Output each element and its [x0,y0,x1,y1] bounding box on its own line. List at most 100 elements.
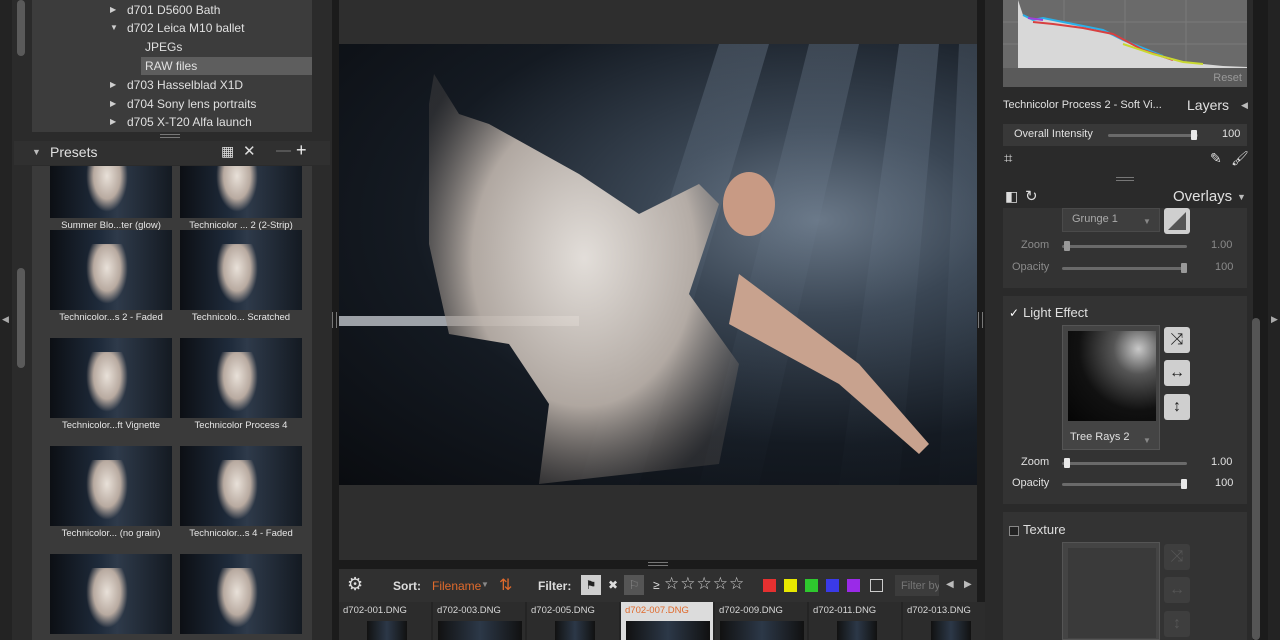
collapse-all-icon[interactable]: ✕ [243,142,256,160]
flip-vertical-icon[interactable]: ↕ [1164,611,1190,637]
preset-thumbnail[interactable] [180,166,302,218]
flag-icon[interactable]: ⚑ [581,575,601,595]
preset-item[interactable]: Technicolor Process 4 [180,338,302,438]
filmstrip-resize-handle[interactable] [648,562,668,566]
add-preset-icon[interactable]: + [296,140,307,161]
preset-thumbnail[interactable] [50,446,172,526]
sort-select[interactable]: Filename [432,579,481,593]
preset-item[interactable]: Technicolor...s 2 - Faded [50,230,172,330]
filmstrip-item[interactable]: d702-013.DNG [903,602,995,640]
rating-operator[interactable]: ≥ [653,578,660,592]
layer-name[interactable]: Technicolor Process 2 - Soft Vi... [1003,99,1162,111]
filmstrip-thumbnail[interactable] [931,621,971,640]
reject-flag-icon[interactable]: ✖ [605,575,621,595]
preset-thumbnail[interactable] [180,446,302,526]
color-filter-swatch[interactable] [805,579,818,592]
light-effect-toggle[interactable]: ✓ Light Effect [1009,305,1088,320]
color-filter-swatch[interactable] [847,579,860,592]
filmstrip-thumbnail[interactable] [367,621,407,640]
split-view-icon[interactable]: ◧ [1005,188,1018,205]
chevron-right-icon[interactable]: ▶ [110,113,116,131]
light-opacity-slider[interactable] [1062,483,1187,486]
folder-item[interactable]: ▶ d701 D5600 Bath [32,1,312,19]
grunge-zoom-slider[interactable] [1062,245,1187,248]
preset-item[interactable]: Summer Blo...ter (glow) [50,166,172,238]
filmstrip-item[interactable]: d702-007.DNG [621,602,713,640]
color-filter-swatch[interactable] [826,579,839,592]
preset-thumbnail[interactable] [50,166,172,218]
layers-collapse-icon[interactable]: ◀ [1241,100,1248,111]
folder-item[interactable]: ▶ d703 Hasselblad X1D [32,76,312,94]
light-zoom-slider[interactable] [1062,462,1187,465]
folder-item[interactable]: ▼ d702 Leica M10 ballet [32,19,312,37]
reset-overlays-icon[interactable]: ↻ [1025,187,1038,205]
preset-item[interactable] [50,554,172,640]
texture-thumbnail[interactable] [1068,548,1156,638]
overall-intensity-knob[interactable] [1190,130,1197,140]
folders-scrollbar[interactable] [17,0,25,56]
filmstrip-next-icon[interactable]: ▶ [964,579,972,590]
right-splitter-handle[interactable] [978,312,983,328]
grunge-zoom-knob[interactable] [1064,241,1070,251]
sort-direction-icon[interactable]: ⇅ [499,575,512,595]
chevron-down-icon[interactable]: ▼ [110,19,118,37]
left-edge-strip[interactable]: ◀ [0,0,12,640]
color-filter-swatch[interactable] [763,579,776,592]
grunge-opacity-slider[interactable] [1062,267,1187,270]
filmstrip-item[interactable]: d702-003.DNG [433,602,525,640]
flip-vertical-icon[interactable]: ↕ [1164,394,1190,420]
rating-stars[interactable]: ☆☆☆☆☆ [664,574,745,594]
filmstrip-item[interactable]: d702-005.DNG [527,602,619,640]
left-splitter-handle[interactable] [332,312,337,328]
filmstrip-thumbnail[interactable] [626,621,710,640]
grunge-opacity-knob[interactable] [1181,263,1187,273]
collapse-right-icon[interactable]: ▶ [1271,314,1278,325]
filmstrip-thumbnail[interactable] [555,621,595,640]
preset-item[interactable]: Technicolor...ft Vignette [50,338,172,438]
brush-icon[interactable]: 🖌 [1231,150,1249,167]
collapse-left-icon[interactable]: ◀ [2,314,9,325]
filmstrip-thumbnail[interactable] [720,621,804,640]
unflagged-icon[interactable]: ⚐ [624,575,644,595]
layers-resize-handle[interactable] [1116,177,1134,181]
filmstrip-prev-icon[interactable]: ◀ [946,579,954,590]
gear-icon[interactable]: ⚙ [347,574,363,595]
filmstrip-item[interactable]: d702-009.DNG [715,602,807,640]
preset-item[interactable]: Technicolor... (no grain) [50,446,172,546]
checkbox-checked-icon[interactable]: ✓ [1009,306,1019,320]
filter-search-input[interactable] [895,575,939,596]
crop-icon[interactable]: ⌗ [1004,150,1012,167]
chevron-right-icon[interactable]: ▶ [110,1,116,19]
light-zoom-knob[interactable] [1064,458,1070,468]
texture-picker[interactable] [1062,542,1160,640]
shuffle-icon[interactable]: ⤨ [1164,544,1190,570]
overall-intensity-slider[interactable] [1108,134,1198,137]
folders-resize-handle[interactable] [160,134,180,138]
flip-horizontal-icon[interactable]: ↔ [1164,577,1190,603]
invert-overlay-button[interactable] [1164,208,1190,234]
preset-item[interactable] [180,554,302,640]
preset-item[interactable]: Technicolor...s 4 - Faded [180,446,302,546]
presets-collapse-icon[interactable]: ▼ [32,147,41,157]
light-opacity-knob[interactable] [1181,479,1187,489]
light-effect-picker[interactable]: Tree Rays 2 ▼ [1062,325,1160,450]
folder-item[interactable]: JPEGs [32,38,312,56]
remove-preset-icon[interactable]: — [276,142,291,159]
preset-thumbnail[interactable] [180,554,302,634]
filmstrip-item[interactable]: d702-001.DNG [339,602,431,640]
filmstrip-thumbnail[interactable] [438,621,522,640]
presets-scrollbar[interactable] [17,268,25,368]
chevron-down-icon[interactable]: ▼ [1143,436,1151,445]
histogram-reset[interactable]: Reset [1213,72,1242,84]
chevron-down-icon[interactable]: ▼ [481,580,489,589]
preset-thumbnail[interactable] [50,554,172,634]
main-photo[interactable] [339,44,977,485]
preset-thumbnail[interactable] [50,338,172,418]
right-edge-strip[interactable]: ▶ [1268,0,1280,640]
overlays-collapse-icon[interactable]: ▼ [1237,192,1246,202]
pencil-icon[interactable]: ✎ [1210,150,1222,167]
folder-item[interactable]: ▶ d704 Sony lens portraits [32,95,312,113]
filmstrip-item[interactable]: d702-011.DNG [809,602,901,640]
preset-thumbnail[interactable] [180,230,302,310]
color-filter-swatch[interactable] [784,579,797,592]
